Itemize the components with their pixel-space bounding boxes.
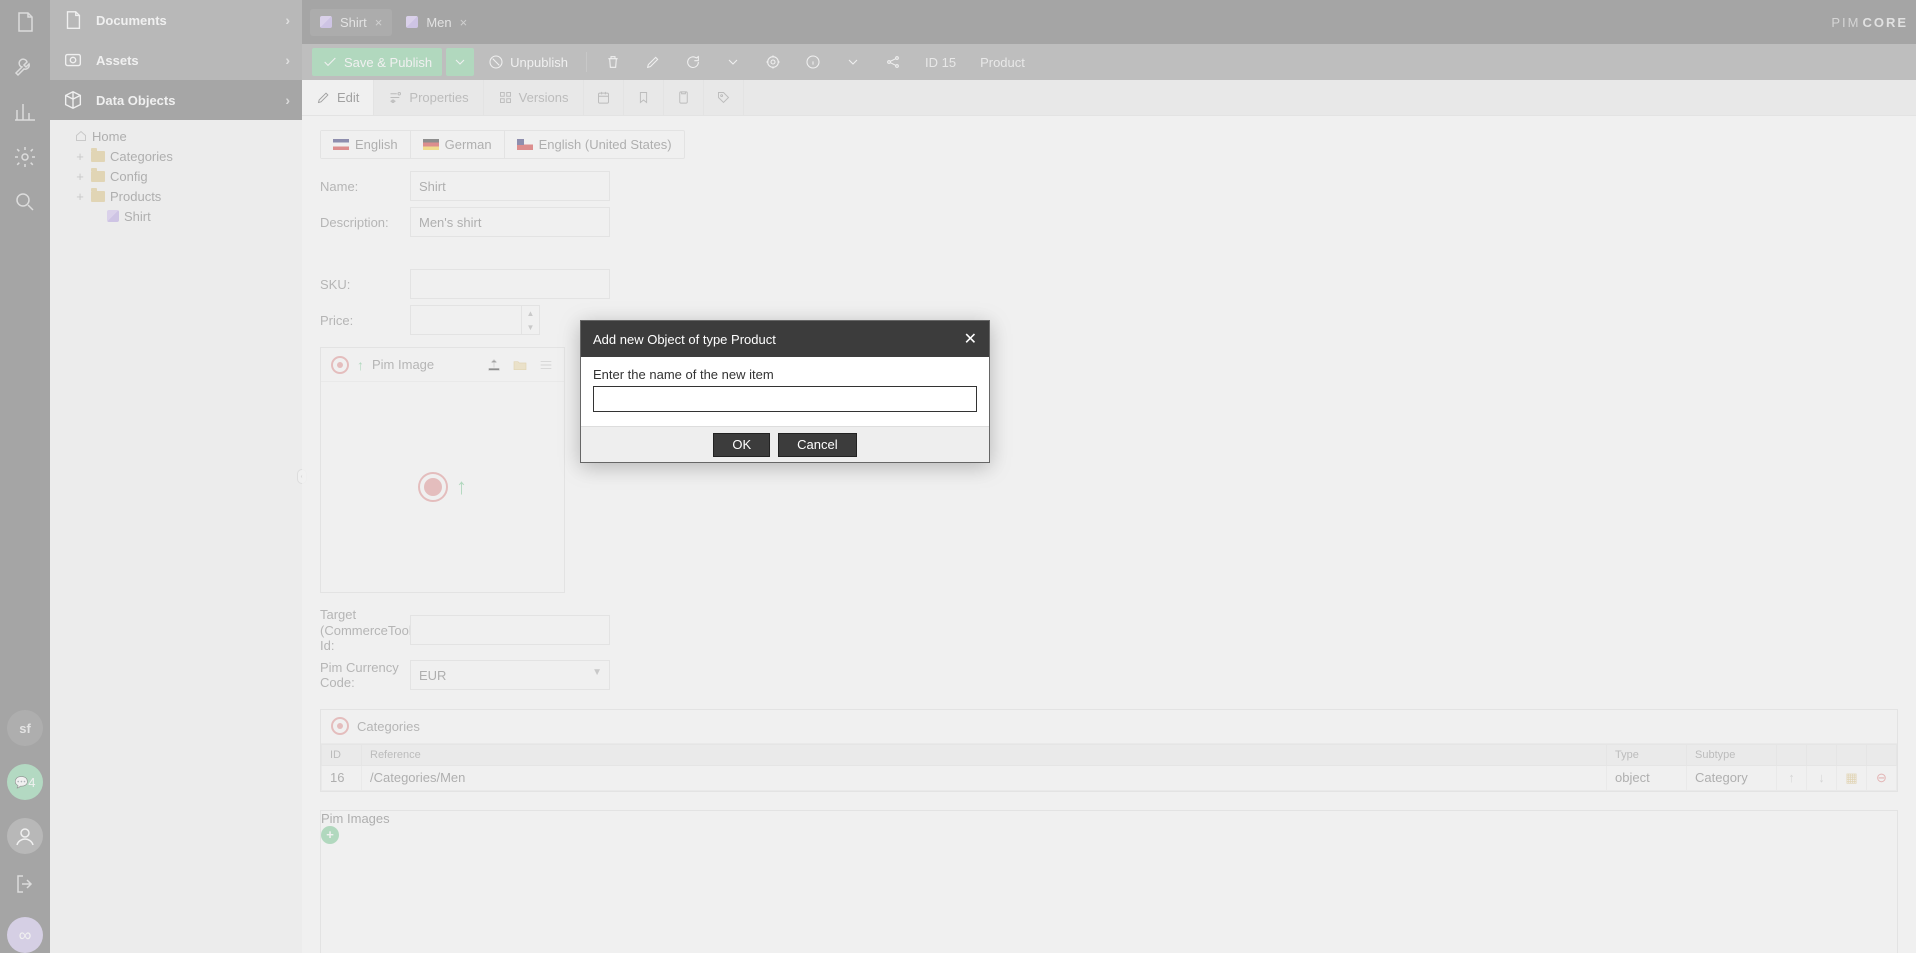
modal-header[interactable]: Add new Object of type Product ✕	[581, 321, 989, 357]
cancel-button[interactable]: Cancel	[778, 433, 856, 457]
close-icon[interactable]: ✕	[964, 329, 977, 349]
new-item-name-field[interactable]	[593, 386, 977, 412]
ok-button[interactable]: OK	[713, 433, 770, 457]
modal-title: Add new Object of type Product	[593, 332, 776, 347]
add-object-modal: Add new Object of type Product ✕ Enter t…	[580, 320, 990, 463]
modal-prompt: Enter the name of the new item	[593, 367, 977, 382]
modal-mask	[0, 0, 1916, 953]
